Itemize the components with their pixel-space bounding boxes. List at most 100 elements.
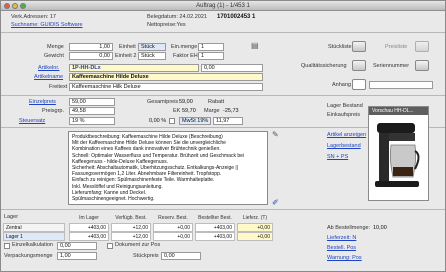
table-cell: +0,00 [153, 232, 193, 241]
attachment-button[interactable] [352, 79, 366, 90]
faktor-input[interactable]: 1 [198, 52, 224, 60]
column-header: Lieferz. (T) [242, 215, 268, 221]
description-textarea[interactable]: Produktbeschreibung: Kaffeemaschine Hild… [68, 131, 268, 205]
ab-bestellmenge-value: 10,00 [373, 225, 387, 231]
anhang-label: Anhang [332, 82, 351, 88]
einzelkalkulation-label: Einzelkalkulation [12, 242, 53, 248]
steuersatz-link[interactable]: Steuersatz [19, 118, 45, 125]
lagerbestand-link[interactable]: Lagerbestand [327, 143, 361, 150]
gewicht-input[interactable]: 0,00 [69, 52, 113, 60]
einkaufspreis-label: Einkaufspreis [327, 112, 361, 118]
freitext-input[interactable]: Kaffeemaschine Hilk Deluxe [69, 83, 263, 91]
artikelnr-extra-field[interactable]: 0,00 [201, 64, 263, 72]
rabatt-percent: 0,00 % [149, 118, 167, 124]
mwst-select[interactable]: MwSt 19% [179, 117, 211, 125]
stueckpreis-input[interactable]: 0,00 [161, 252, 201, 260]
marge-value: -25,73 [223, 108, 239, 114]
stueckpreis-label: Stückpreis [133, 253, 159, 259]
lager-name-cell[interactable]: Lager 1 [3, 232, 65, 241]
title-bar[interactable]: Auftrag (1) - 1/453 1 [1, 1, 445, 11]
einzelkalkulation-checkbox[interactable] [4, 243, 10, 249]
description-line: Spülmaschinengeeignet. Hochwertig. [72, 196, 155, 203]
lager-name-cell[interactable]: Zentral [3, 223, 65, 232]
seriennummer-label: Seriennummer [373, 63, 410, 69]
divider [1, 95, 445, 96]
menge-input[interactable]: 1,00 [69, 43, 113, 51]
artikelnr-input[interactable]: 1P-HH-DLx [69, 64, 199, 72]
bestellen-link[interactable]: Bestell. Pos [327, 245, 356, 252]
description-line: Schnell: Optimaler Wasserfluss und Tempe… [72, 152, 245, 159]
table-cell: +403,00 [195, 223, 235, 232]
table-cell: +403,00 [195, 232, 235, 241]
dokument-checkbox[interactable] [107, 243, 113, 249]
column-header: Im Lager [79, 215, 99, 221]
table-cell: +0,00 [237, 223, 273, 232]
product-image-panel: Vorschau HH-DL... [368, 106, 429, 201]
ab-bestellmenge-label: Ab Bestellmenge: [327, 225, 371, 231]
lager-label: Lager [4, 214, 19, 220]
verpackungsmenge-input[interactable]: 1,00 [57, 252, 97, 260]
artikelnr-link[interactable]: Artikelnr. [38, 65, 59, 72]
gewicht-label: Gewicht [44, 53, 64, 59]
lager-bestand-label: Lager Bestand [327, 103, 363, 109]
gesamtpreis-value: 59,00 [179, 99, 193, 105]
artikelname-link[interactable]: Artikelname [34, 74, 63, 81]
calculator-icon[interactable]: ▤ [251, 42, 259, 50]
preisgruppe-input[interactable]: 49,58 [69, 107, 115, 115]
einzelkalkulation-input[interactable]: 0,00 [57, 242, 97, 250]
artikel-anzeigen-link[interactable]: Artikel anzeigen [327, 132, 366, 139]
lieferzeit-link[interactable]: Lieferzeit: N [327, 235, 356, 242]
stueckliste-button[interactable] [352, 41, 366, 52]
table-cell: +403,00 [69, 232, 109, 241]
warnung-link[interactable]: Warnung: Pos [327, 255, 362, 262]
seriennummer-button[interactable] [415, 60, 429, 71]
gesamtpreis-label: Gesamtpreis [147, 99, 179, 105]
order-number: 1701002453 1 [217, 14, 256, 20]
marge-label: Marge [204, 108, 220, 114]
column-header: Verfügb. Best. [115, 215, 147, 221]
qualitaetssicherung-button[interactable] [352, 60, 366, 71]
freitext-label: Freitext [49, 84, 68, 90]
table-cell: +403,00 [69, 223, 109, 232]
edit-text-icon[interactable]: ✎ [272, 131, 279, 139]
pencil-icon[interactable]: ✐ [272, 199, 279, 207]
rabatt-checkbox[interactable] [169, 118, 175, 124]
einzelpreis-input[interactable]: 59,00 [69, 98, 115, 106]
einheit-select[interactable]: Stück [138, 43, 166, 51]
verpackungsmenge-label: Verpackungsmenge [4, 253, 53, 259]
faktor-label: Faktor EH [173, 53, 198, 59]
preisliste-label: Preisliste [385, 44, 408, 50]
steuersatz-input[interactable]: 19 % [69, 117, 115, 125]
divider [1, 32, 445, 33]
product-image-title: Vorschau HH-DL... [369, 107, 428, 115]
einheit-label: Einheit [119, 44, 136, 50]
ein-menge-input[interactable]: 1 [198, 43, 224, 51]
sachbearbeiter-label: Verk.Adressen: 17 [11, 14, 56, 20]
divider [1, 209, 445, 210]
sn-ps-link[interactable]: SN + PS [327, 154, 348, 161]
menge-label: Menge [47, 44, 64, 50]
einzelpreis-link[interactable]: Einzelpreis [29, 99, 56, 106]
mwst-value-field[interactable]: 11,97 [213, 117, 243, 125]
ek-label: EK [173, 108, 181, 114]
table-cell: +0,00 [153, 223, 193, 232]
coffee-machine-image [375, 123, 420, 187]
table-cell: +12,00 [111, 232, 151, 241]
einheit2-select[interactable]: Stück [138, 52, 166, 60]
column-header: Bestellter Best. [198, 215, 232, 221]
dokument-label: Dokument zur Pos [115, 242, 161, 248]
application-window: Auftrag (1) - 1/453 1 Verk.Adressen: 17 … [0, 0, 446, 272]
preisgruppe-label: Preisgrp. [42, 108, 65, 114]
preisliste-button[interactable] [415, 41, 429, 52]
einheit2-label: Einheit 2 [115, 53, 137, 59]
artikelname-input[interactable]: Kaffeemaschine Hilde Deluxe [69, 73, 263, 81]
ein-menge-label: Ein.menge [171, 44, 198, 50]
anhang-field[interactable] [369, 81, 433, 89]
stueckliste-label: Stückliste [328, 44, 352, 50]
nettopreise-label: Nettopreise:Yes [147, 22, 186, 28]
table-cell: +12,00 [111, 223, 151, 232]
customer-link[interactable]: Suchname: GUIDIS Software [11, 22, 83, 29]
belegdatum-label: Belegdatum: 24.02.2021 [147, 14, 207, 20]
table-cell: +0,00 [237, 232, 273, 241]
ek-value: 59,70 [182, 108, 196, 114]
